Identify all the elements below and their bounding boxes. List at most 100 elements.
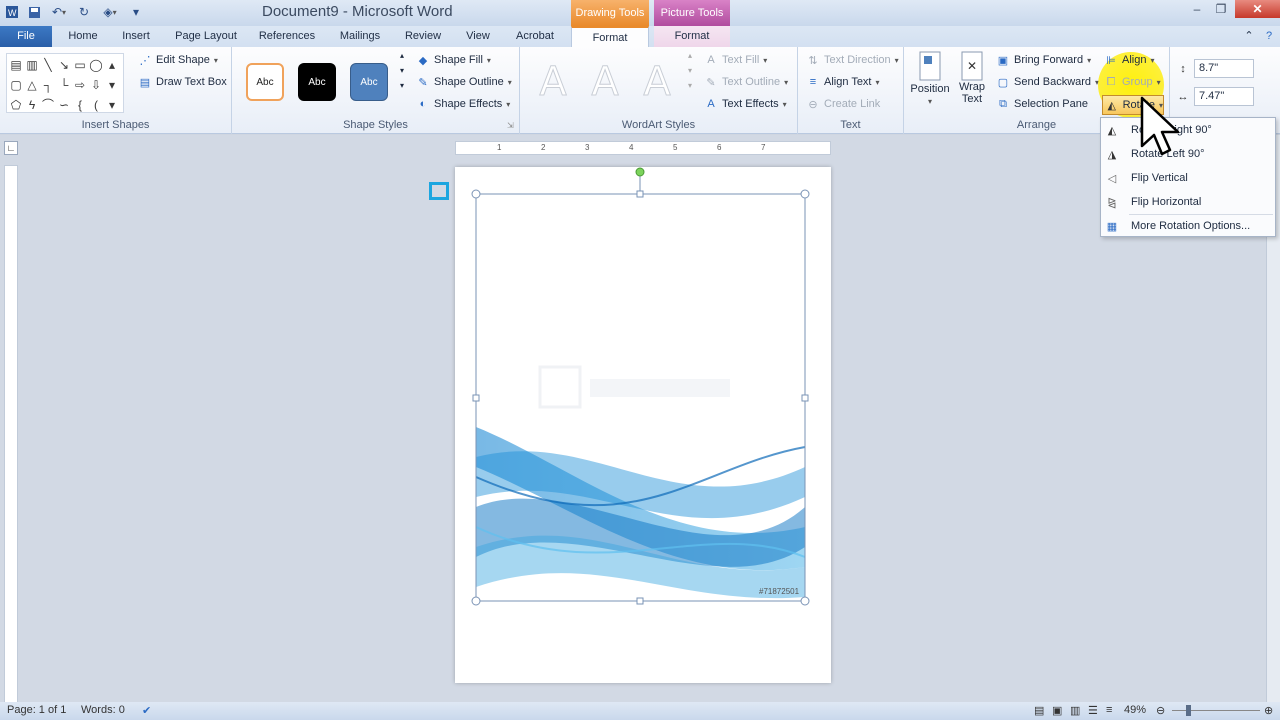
outline-view-icon[interactable]: ☰	[1088, 704, 1098, 717]
shape-curve-icon[interactable]: ∽	[56, 95, 72, 115]
shape-line-icon[interactable]: ╲	[40, 55, 56, 75]
wordart-style-2[interactable]: A	[580, 57, 630, 107]
menu-more-rotation-options[interactable]: ▦ More Rotation Options...	[1101, 214, 1277, 238]
edit-shape-button[interactable]: ⋰ Edit Shape ▾	[138, 53, 218, 67]
gallery-more-icon[interactable]: ▾	[104, 95, 120, 115]
menu-flip-horizontal[interactable]: ⧎ Flip Horizontal	[1101, 190, 1277, 214]
tab-file[interactable]: File	[0, 26, 52, 47]
tab-insert[interactable]: Insert	[114, 26, 158, 47]
shape-brace-icon[interactable]: {	[72, 95, 88, 115]
print-layout-icon[interactable]: ▤	[1034, 704, 1044, 717]
vertical-ruler[interactable]	[4, 165, 18, 705]
shape-style-scroll[interactable]: ▴ ▾ ▾	[400, 51, 404, 90]
selection-pane-button[interactable]: ⧉ Selection Pane	[996, 97, 1088, 111]
width-spinner[interactable]: ↔ 7.47"	[1176, 87, 1254, 106]
shape-style-2[interactable]: Abc	[298, 63, 336, 101]
document-page[interactable]: #71872501	[455, 167, 831, 683]
dialog-launcher-icon[interactable]: ⇲	[507, 121, 514, 130]
help-minimize-ribbon-icon[interactable]: ⌃	[1240, 26, 1258, 47]
gallery-up-icon[interactable]: ▴	[104, 55, 120, 75]
shape-right-arrow-icon[interactable]: ⇨	[72, 75, 88, 95]
wordart-style-1[interactable]: A	[528, 57, 578, 107]
shape-fill-button[interactable]: ◆ Shape Fill ▾	[416, 53, 491, 67]
shape-effects-button[interactable]: ◐ Shape Effects ▾	[416, 97, 511, 111]
shape-pentagon-icon[interactable]: ⬠	[8, 95, 24, 115]
tab-references[interactable]: References	[252, 26, 322, 47]
redo-icon[interactable]: ↻	[76, 3, 92, 21]
tab-home[interactable]: Home	[60, 26, 106, 47]
tab-acrobat[interactable]: Acrobat	[506, 26, 564, 47]
draft-view-icon[interactable]: ≡	[1106, 704, 1112, 716]
shape-arc-icon[interactable]: ⌒	[40, 95, 56, 115]
zoom-in-icon[interactable]: ⊕	[1264, 704, 1273, 717]
shape-roundrect-icon[interactable]: ▢	[8, 75, 24, 95]
tab-view[interactable]: View	[458, 26, 498, 47]
horizontal-ruler[interactable]: 1 2 3 4 5 6 7	[455, 141, 831, 155]
shape-lightning-icon[interactable]: ϟ	[24, 95, 40, 115]
menu-rotate-left-90[interactable]: ◮ Rotate Left 90°	[1101, 142, 1277, 166]
full-screen-icon[interactable]: ▣	[1052, 704, 1062, 717]
shape-elbow-icon[interactable]: ┐	[40, 75, 56, 95]
shape-down-arrow-icon[interactable]: ⇩	[88, 75, 104, 95]
shape-textbox-icon[interactable]: ▤	[8, 55, 24, 75]
tab-page-layout[interactable]: Page Layout	[168, 26, 244, 47]
close-icon[interactable]: ✕	[1235, 0, 1280, 18]
shape-triangle-icon[interactable]: △	[24, 75, 40, 95]
shape-paren-icon[interactable]: (	[88, 95, 104, 115]
group-button[interactable]: ⧠ Group ▾	[1104, 75, 1161, 89]
text-outline-button[interactable]: ✎ Text Outline ▾	[704, 75, 788, 89]
align-button[interactable]: ⊫ Align ▾	[1104, 53, 1154, 67]
tab-picture-format[interactable]: Format	[654, 26, 730, 47]
shape-style-1[interactable]: Abc	[246, 63, 284, 101]
word-count[interactable]: Words: 0	[81, 704, 125, 716]
tab-selector-icon[interactable]: ∟	[4, 141, 18, 155]
tab-mailings[interactable]: Mailings	[332, 26, 388, 47]
gallery-down-icon[interactable]: ▾	[104, 75, 120, 95]
send-backward-button[interactable]: ▢ Send Backward ▾	[996, 75, 1099, 89]
text-fill-button[interactable]: A Text Fill ▾	[704, 53, 767, 67]
paint-icon[interactable]: ◈ ▾	[96, 3, 124, 21]
create-link-button[interactable]: ⊖ Create Link	[806, 97, 880, 111]
draw-text-box-button[interactable]: ▤ Draw Text Box	[138, 75, 227, 89]
zoom-out-icon[interactable]: ⊖	[1156, 704, 1165, 717]
page-count[interactable]: Page: 1 of 1	[7, 704, 66, 716]
customize-qat-icon[interactable]: ▾	[130, 3, 142, 21]
height-input[interactable]: 8.7"	[1194, 59, 1254, 78]
status-bar: Page: 1 of 1 Words: 0 ✔ ▤ ▣ ▥ ☰ ≡ 49% ⊖ …	[0, 702, 1280, 720]
shape-connector-icon[interactable]: └	[56, 75, 72, 95]
menu-flip-vertical[interactable]: ◁ Flip Vertical	[1101, 166, 1277, 190]
shapes-gallery[interactable]: ▤ ▥ ╲ ↘ ▭ ◯ ▴ ▢ △ ┐ └ ⇨ ⇩ ▾ ⬠ ϟ ⌒ ∽{(▾	[6, 53, 124, 113]
bring-forward-button[interactable]: ▣ Bring Forward ▾	[996, 53, 1091, 67]
align-text-button[interactable]: ≡ Align Text ▾	[806, 75, 880, 89]
menu-rotate-right-90[interactable]: ◭Rotate Right 90°	[1101, 118, 1277, 142]
width-input[interactable]: 7.47"	[1194, 87, 1254, 106]
zoom-level[interactable]: 49%	[1124, 704, 1146, 716]
shape-arrow-line-icon[interactable]: ↘	[56, 55, 72, 75]
tab-drawing-format[interactable]: Format	[571, 26, 649, 47]
maximize-icon[interactable]: ❐	[1210, 0, 1232, 18]
wordart-style-3[interactable]: A	[632, 57, 682, 107]
text-effects-button[interactable]: A Text Effects ▾	[704, 97, 786, 111]
document-workspace[interactable]: ∟ 1 2 3 4 5 6 7 #71872501	[0, 135, 1266, 705]
text-direction-button[interactable]: ⇅ Text Direction ▾	[806, 53, 898, 67]
shape-textbox-v-icon[interactable]: ▥	[24, 55, 40, 75]
web-layout-icon[interactable]: ▥	[1070, 704, 1080, 717]
undo-icon[interactable]: ↶ ▾	[46, 3, 72, 21]
wrap-text-button[interactable]: ✕ Wrap Text	[954, 51, 990, 105]
proofing-icon[interactable]: ✔	[142, 704, 151, 717]
anchor-icon[interactable]	[429, 182, 449, 200]
shape-outline-button[interactable]: ✎ Shape Outline ▾	[416, 75, 511, 89]
shape-style-3[interactable]: Abc	[350, 63, 388, 101]
wordart-scroll[interactable]: ▴ ▾ ▾	[688, 51, 692, 90]
zoom-slider-thumb[interactable]	[1186, 705, 1191, 716]
selected-picture[interactable]	[455, 167, 831, 683]
height-spinner[interactable]: ↕ 8.7"	[1176, 59, 1254, 78]
position-button[interactable]: Position ▾	[910, 51, 950, 106]
shape-rect-icon[interactable]: ▭	[72, 55, 88, 75]
shape-oval-icon[interactable]: ◯	[88, 55, 104, 75]
save-icon[interactable]	[26, 3, 42, 21]
minimize-icon[interactable]: –	[1186, 0, 1208, 18]
tab-review[interactable]: Review	[398, 26, 448, 47]
rotate-left-icon: ◮	[1107, 148, 1117, 161]
help-icon[interactable]: ?	[1260, 26, 1278, 47]
